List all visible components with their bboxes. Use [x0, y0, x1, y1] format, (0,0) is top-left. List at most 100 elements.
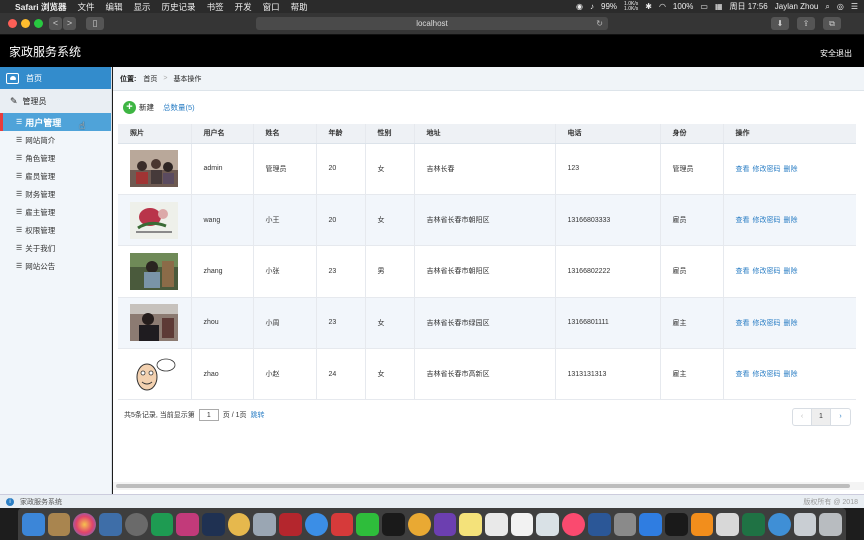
- change-password-link[interactable]: 修改密码: [753, 166, 781, 173]
- sidebar-section-admin[interactable]: ✎ 管理员: [0, 89, 111, 113]
- textedit-icon[interactable]: [484, 512, 508, 536]
- flag-icon[interactable]: ▦: [715, 2, 723, 11]
- zoom-window-button[interactable]: [34, 19, 43, 28]
- sidebar-item-roles[interactable]: ☰ 角色管理: [0, 149, 111, 167]
- bluetooth-icon[interactable]: ✱: [645, 2, 652, 11]
- wechat-status-icon[interactable]: ◉: [576, 2, 583, 11]
- database-icon[interactable]: [253, 512, 277, 536]
- tabs-icon[interactable]: ⧉: [823, 17, 841, 30]
- safari-icon[interactable]: [304, 512, 328, 536]
- menu-edit[interactable]: 编辑: [106, 1, 123, 13]
- eclipse-icon[interactable]: [202, 512, 225, 536]
- prev-page-button[interactable]: ‹: [793, 409, 812, 425]
- stickies-icon[interactable]: [459, 512, 482, 536]
- maps-icon[interactable]: [536, 512, 560, 536]
- menu-history[interactable]: 历史记录: [162, 1, 196, 13]
- finder-icon[interactable]: [22, 512, 45, 536]
- axure-rp-icon[interactable]: [433, 512, 457, 536]
- photos-icon[interactable]: [73, 512, 97, 536]
- view-link[interactable]: 查看: [736, 268, 750, 275]
- change-password-link[interactable]: 修改密码: [753, 371, 781, 378]
- minimize-window-button[interactable]: [21, 19, 30, 28]
- sidebar-item-permissions[interactable]: ☰ 权限管理: [0, 221, 111, 239]
- menu-view[interactable]: 显示: [134, 1, 151, 13]
- spotlight-icon[interactable]: ⌕: [825, 2, 829, 12]
- scrollbar-thumb[interactable]: [116, 484, 850, 488]
- menu-app-name[interactable]: Safari 浏览器: [15, 1, 67, 13]
- change-password-link[interactable]: 修改密码: [753, 268, 781, 275]
- add-icon[interactable]: +: [123, 101, 136, 114]
- chrome-like-icon[interactable]: [407, 512, 431, 536]
- next-page-button[interactable]: ›: [831, 409, 850, 425]
- sidebar-item-about[interactable]: ☰ 关于我们: [0, 239, 111, 257]
- close-window-button[interactable]: [8, 19, 17, 28]
- change-password-link[interactable]: 修改密码: [753, 320, 781, 327]
- menu-develop[interactable]: 开发: [235, 1, 252, 13]
- breadcrumb-home[interactable]: 首页: [143, 74, 157, 84]
- music-icon[interactable]: [562, 512, 585, 536]
- battery2-percent[interactable]: 100%: [673, 2, 693, 11]
- address-bar[interactable]: localhost ↻: [256, 17, 608, 30]
- page-input[interactable]: 1: [198, 409, 219, 421]
- delete-link[interactable]: 删除: [784, 217, 798, 224]
- launchpad-icon[interactable]: [124, 512, 148, 536]
- menu-bookmarks[interactable]: 书签: [207, 1, 224, 13]
- wifi-icon[interactable]: ◠: [659, 2, 666, 11]
- battery-percent[interactable]: 99%: [601, 2, 617, 11]
- intellij-icon[interactable]: [176, 512, 200, 536]
- share-icon[interactable]: ⇪: [797, 17, 815, 30]
- downloads-folder-icon[interactable]: [793, 512, 817, 536]
- menu-file[interactable]: 文件: [78, 1, 95, 13]
- delete-link[interactable]: 删除: [784, 166, 798, 173]
- calendar-icon[interactable]: [510, 512, 534, 536]
- pycharm-icon[interactable]: [150, 512, 174, 536]
- delete-link[interactable]: 删除: [784, 268, 798, 275]
- horizontal-scrollbar[interactable]: [113, 482, 864, 490]
- delete-link[interactable]: 删除: [784, 320, 798, 327]
- view-link[interactable]: 查看: [736, 371, 750, 378]
- view-link[interactable]: 查看: [736, 166, 750, 173]
- siri-icon[interactable]: ◎: [837, 2, 844, 11]
- change-password-link[interactable]: 修改密码: [753, 217, 781, 224]
- view-link[interactable]: 查看: [736, 217, 750, 224]
- sublime-icon[interactable]: [690, 512, 714, 536]
- reload-icon[interactable]: ↻: [596, 17, 603, 30]
- document-icon[interactable]: [716, 512, 740, 536]
- sidebar-item-site-intro[interactable]: ☰ 网站简介: [0, 131, 111, 149]
- battery-icon[interactable]: ▭: [700, 2, 708, 11]
- menu-window[interactable]: 窗口: [263, 1, 280, 13]
- qq-icon[interactable]: [382, 512, 405, 536]
- qq-alt-icon[interactable]: [664, 512, 688, 536]
- sidebar-item-announcements[interactable]: ☰ 网站公告: [0, 257, 111, 275]
- word-icon[interactable]: [587, 512, 611, 536]
- delete-link[interactable]: 删除: [784, 371, 798, 378]
- bell-icon[interactable]: ♪: [590, 2, 594, 11]
- download-icon[interactable]: ⬇: [771, 17, 789, 30]
- user-name[interactable]: Jaylan Zhou: [775, 2, 819, 11]
- excel-icon[interactable]: [742, 512, 765, 536]
- browser-icon[interactable]: [767, 512, 791, 536]
- system-preferences-icon[interactable]: [613, 512, 637, 536]
- back-button[interactable]: <: [49, 17, 62, 30]
- wechat-icon[interactable]: [356, 512, 380, 536]
- sidebar-item-users[interactable]: ☰ 用户管理: [0, 113, 111, 131]
- page-1-button[interactable]: 1: [812, 409, 831, 425]
- sidebar-item-finance[interactable]: ☰ 财务管理: [0, 185, 111, 203]
- forward-button[interactable]: >: [63, 17, 76, 30]
- logout-link[interactable]: 安全退出: [820, 48, 852, 59]
- clock[interactable]: 周日 17:56: [730, 1, 768, 12]
- menu-help[interactable]: 帮助: [291, 1, 308, 13]
- paw-icon[interactable]: [227, 512, 251, 536]
- sidebar-toggle-icon[interactable]: ▯: [86, 17, 104, 30]
- notes-brown-icon[interactable]: [47, 512, 71, 536]
- baidu-netdisk-icon[interactable]: [639, 512, 662, 536]
- new-button[interactable]: 新建: [139, 102, 154, 113]
- sidebar-item-employers[interactable]: ☰ 雇主管理: [0, 203, 111, 221]
- notification-icon[interactable]: ☰: [851, 2, 858, 11]
- weibo-icon[interactable]: [330, 512, 354, 536]
- jump-link[interactable]: 跳转: [251, 410, 265, 420]
- trash-icon[interactable]: [819, 512, 842, 536]
- view-link[interactable]: 查看: [736, 320, 750, 327]
- redis-icon[interactable]: [279, 512, 302, 536]
- sidebar-item-employees[interactable]: ☰ 雇员管理: [0, 167, 111, 185]
